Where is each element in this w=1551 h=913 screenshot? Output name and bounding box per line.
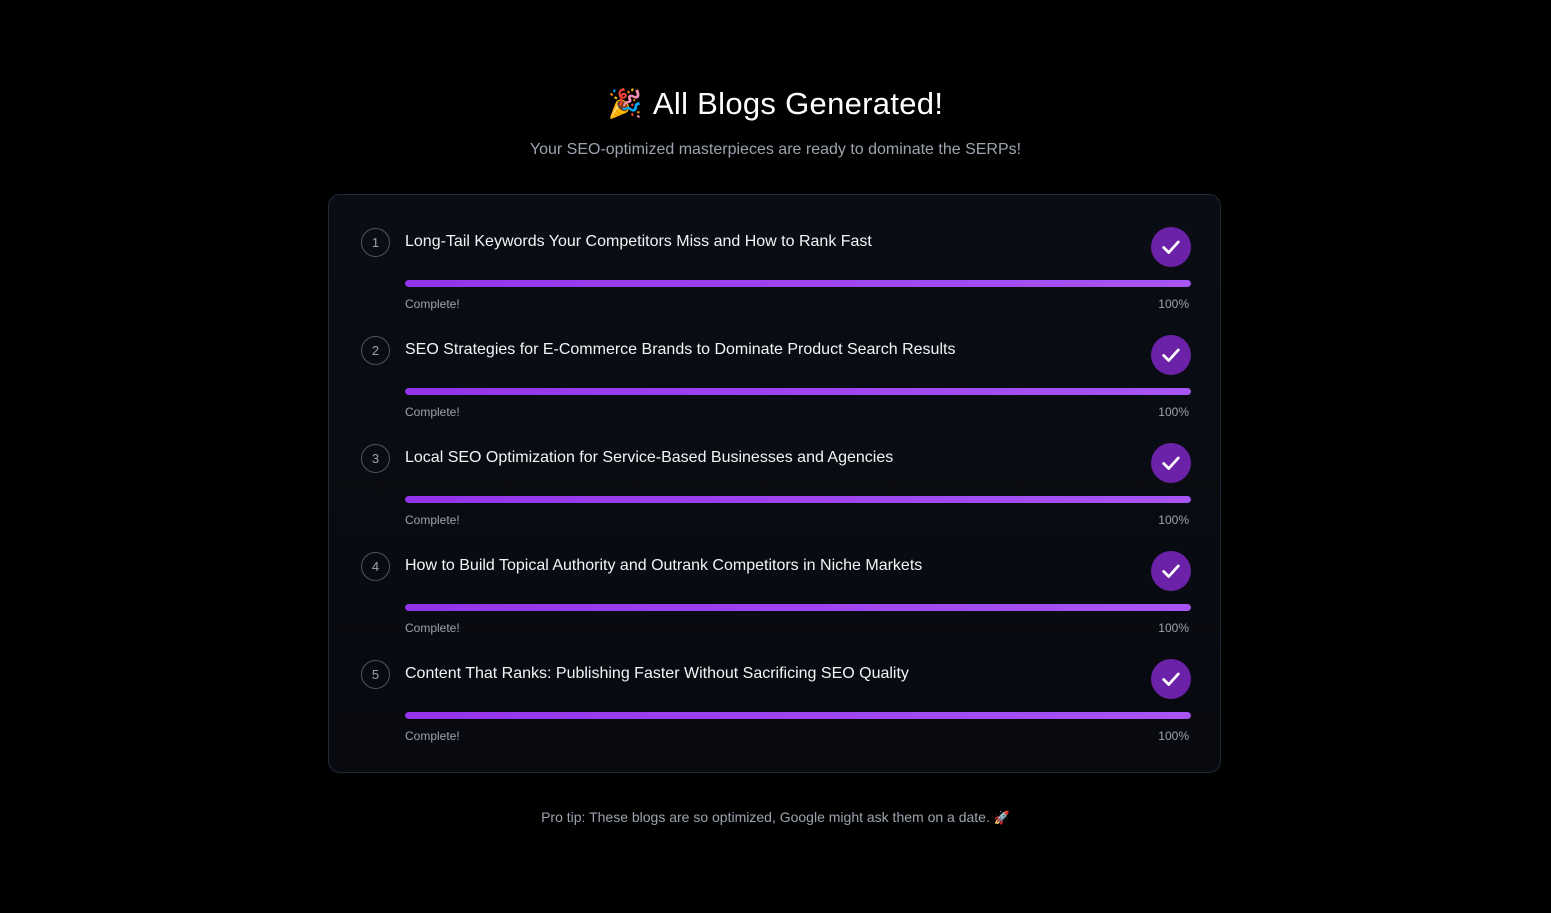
blog-title: How to Build Topical Authority and Outra… <box>405 557 923 574</box>
blog-list-card: 1 Long-Tail Keywords Your Competitors Mi… <box>328 194 1221 773</box>
header: 🎉 All Blogs Generated! Your SEO-optimize… <box>0 82 1551 162</box>
blog-item: 1 Long-Tail Keywords Your Competitors Mi… <box>361 227 1191 328</box>
page-title: 🎉 All Blogs Generated! <box>608 82 944 126</box>
status-label: Complete! <box>405 621 460 635</box>
blog-item: 3 Local SEO Optimization for Service-Bas… <box>361 443 1191 544</box>
blog-title: Long-Tail Keywords Your Competitors Miss… <box>405 233 872 250</box>
blog-title: Local SEO Optimization for Service-Based… <box>405 449 894 466</box>
blog-title: SEO Strategies for E-Commerce Brands to … <box>405 341 956 358</box>
percent-label: 100% <box>1158 513 1189 527</box>
blog-item: 5 Content That Ranks: Publishing Faster … <box>361 659 1191 760</box>
progress-bar-fill <box>405 388 1191 395</box>
percent-label: 100% <box>1158 405 1189 419</box>
rocket-icon: 🚀 <box>993 811 1010 826</box>
progress-bar <box>405 388 1191 395</box>
progress-bar <box>405 280 1191 287</box>
page-subtitle: Your SEO-optimized masterpieces are read… <box>529 141 1022 158</box>
step-number: 5 <box>361 660 390 689</box>
progress-bar <box>405 712 1191 719</box>
status-label: Complete! <box>405 405 460 419</box>
step-number: 4 <box>361 552 390 581</box>
percent-label: 100% <box>1158 729 1189 743</box>
pro-tip-text: Pro tip: These blogs are so optimized, G… <box>541 809 990 825</box>
percent-label: 100% <box>1158 621 1189 635</box>
check-icon <box>1151 551 1191 591</box>
progress-bar-fill <box>405 496 1191 503</box>
step-number: 3 <box>361 444 390 473</box>
check-icon <box>1151 227 1191 267</box>
progress-bar-fill <box>405 604 1191 611</box>
check-icon <box>1151 659 1191 699</box>
progress-bar <box>405 604 1191 611</box>
check-icon <box>1151 443 1191 483</box>
blog-title: Content That Ranks: Publishing Faster Wi… <box>405 665 909 682</box>
blog-item: 2 SEO Strategies for E-Commerce Brands t… <box>361 335 1191 436</box>
check-icon <box>1151 335 1191 375</box>
page: 🎉 All Blogs Generated! Your SEO-optimize… <box>0 0 1551 913</box>
step-number: 1 <box>361 228 390 257</box>
progress-bar <box>405 496 1191 503</box>
progress-bar-fill <box>405 280 1191 287</box>
party-popper-icon: 🎉 <box>607 87 643 120</box>
progress-bar-fill <box>405 712 1191 719</box>
step-number: 2 <box>361 336 390 365</box>
status-label: Complete! <box>405 513 460 527</box>
pro-tip: Pro tip: These blogs are so optimized, G… <box>0 806 1551 830</box>
page-title-text: All Blogs Generated! <box>652 86 944 121</box>
status-label: Complete! <box>405 297 460 311</box>
status-label: Complete! <box>405 729 460 743</box>
percent-label: 100% <box>1158 297 1189 311</box>
blog-item: 4 How to Build Topical Authority and Out… <box>361 551 1191 652</box>
